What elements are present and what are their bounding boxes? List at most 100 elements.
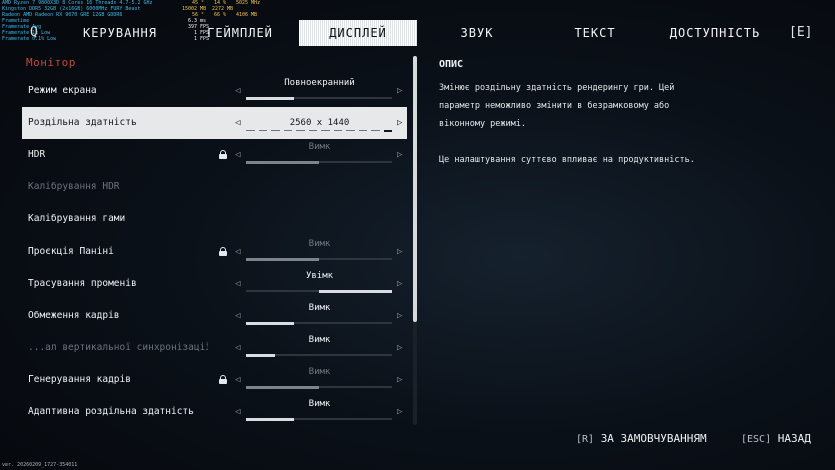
performance-overlay: AMD Ryzen 7 9800X3D 8 Cores 16 Threads 4… [2,0,262,60]
setting-row-screen-mode[interactable]: Режим екрана ◁ Повноекранний ▷ [22,75,407,107]
resolution-segment [271,130,280,131]
resolution-segment [358,130,367,131]
reset-defaults-button[interactable]: [R] ЗА ЗАМОВЧУВАННЯМ [576,432,707,445]
tab-sound[interactable]: ЗВУК [437,20,517,46]
version-label: ver. 20260209_1727-354011 [2,462,78,468]
chevron-left-icon[interactable]: ◁ [235,107,240,139]
tab-text[interactable]: ТЕКСТ [555,20,635,46]
resolution-segment [283,130,292,131]
setting-label: Проєкція Паніні [28,246,114,257]
setting-track [246,417,392,421]
setting-track [246,321,392,325]
resolution-segment [371,130,380,131]
chevron-right-icon: ▷ [397,375,403,385]
setting-value: 2560 x 1440 [289,118,350,128]
setting-label: Генерування кадрів [28,374,131,385]
setting-row-ray-tracing[interactable]: Трасування променів ◁ Увімк ▷ [22,268,407,300]
chevron-right-icon: ▷ [397,343,403,353]
lock-icon [219,247,227,256]
chevron-right-icon[interactable]: ▷ [397,396,402,428]
setting-label: Калібрування гами [28,213,126,224]
setting-fill [246,353,276,357]
setting-track [246,385,392,389]
overlay-gpu-mem: 4106 MB [236,12,258,18]
esc-key-icon: [ESC] [741,434,772,445]
setting-value: Вимк [308,399,331,409]
chevron-right-icon: ▷ [397,150,403,160]
scrollbar-thumb[interactable] [413,56,417,322]
chevron-right-icon[interactable]: ▷ [397,107,402,139]
setting-track [246,353,392,357]
setting-row-gamma-calibration[interactable]: Калібрування гами [22,203,407,235]
resolution-segment [321,130,330,131]
resolution-segment [308,130,317,131]
setting-track [246,257,392,261]
description-title: ОПИС [439,59,464,70]
setting-label: Калібрування HDR [28,181,120,192]
setting-label: ...ал вертикальної синхронізації [28,342,208,353]
reset-defaults-label: ЗА ЗАМОВЧУВАННЯМ [600,432,707,445]
setting-row-frame-limit[interactable]: Обмеження кадрів ◁ Вимк ▷ [22,300,407,332]
setting-label: Обмеження кадрів [28,310,120,321]
setting-row-vsync: ...ал вертикальної синхронізації ◁ Вимк … [22,332,407,364]
overlay-cpu-clock: 5025 MHz [236,0,261,6]
tab-display[interactable]: ДИСПЛЕЙ [299,20,417,46]
back-button[interactable]: [ESC] НАЗАД [741,432,811,445]
chevron-left-icon[interactable]: ◁ [235,396,240,428]
resolution-segment [383,129,392,132]
tab-accessibility[interactable]: ДОСТУПНІСТЬ [660,20,770,46]
setting-fill [246,417,295,421]
chevron-right-icon[interactable]: ▷ [397,268,402,300]
setting-track [246,160,392,164]
setting-row-adaptive-resolution[interactable]: Адаптивна роздільна здатність ◁ Вимк ▷ [22,396,407,428]
tab-next-key[interactable]: [E] [789,20,812,46]
chevron-right-icon[interactable]: ▷ [397,300,402,332]
chevron-left-icon: ◁ [235,150,241,160]
back-label: НАЗАД [777,432,811,445]
setting-value: Вимк [308,335,331,345]
setting-value: Повноекранний [284,78,355,88]
description-performance-note: Це налаштування суттєво впливає на проду… [439,155,695,165]
setting-fill [246,160,319,164]
chevron-right-icon[interactable]: ▷ [397,75,402,107]
setting-row-frame-generation[interactable]: Генерування кадрів ◁ Вимк ▷ [22,364,407,396]
overlay-fps-low01-label: Framerate 0.1% Low [2,36,57,42]
resolution-segment [258,130,267,131]
resolution-segment [346,130,355,131]
setting-label: Трасування променів [28,278,137,289]
chevron-left-icon: ◁ [235,247,241,257]
setting-label: HDR [28,149,46,160]
setting-fill [319,289,392,293]
setting-row-panini-projection[interactable]: Проєкція Паніні ◁ Вимк ▷ [22,236,407,268]
resolution-segment [296,130,305,131]
setting-value: Вимк [308,367,331,377]
description-line-2: параметр неможливо змінити в безрамковом… [439,101,670,111]
lock-icon [219,375,227,384]
setting-row-hdr-calibration: Калібрування HDR [22,171,407,203]
chevron-right-icon: ▷ [397,247,403,257]
chevron-left-icon[interactable]: ◁ [235,268,240,300]
setting-fill [246,96,295,100]
settings-scrollbar[interactable] [413,56,417,425]
resolution-segment [333,130,342,131]
setting-value: Вимк [308,303,331,313]
chevron-left-icon[interactable]: ◁ [235,75,240,107]
description-line-1: Змінює роздільну здатність рендерингу гр… [439,83,675,93]
resolution-segment [246,130,255,131]
setting-row-hdr[interactable]: HDR ◁ Вимк ▷ [22,139,407,171]
setting-track [246,96,392,100]
chevron-left-icon: ◁ [235,375,241,385]
chevron-left-icon[interactable]: ◁ [235,300,240,332]
setting-row-resolution[interactable]: Роздільна здатність ◁ 2560 x 1440 ▷ [22,107,407,139]
overlay-fps-low01-value: 1 FPS [194,36,210,42]
setting-value: Вимк [308,142,331,152]
description-line-3: віконному режимі. [439,119,526,129]
setting-value: Вимк [308,239,331,249]
setting-fill [246,321,295,325]
overlay-gpu-load: 66 % [214,12,227,18]
setting-value: Увімк [305,271,334,281]
lock-icon [219,150,227,159]
setting-fill [246,257,319,261]
setting-label: Режим екрана [28,85,97,96]
chevron-left-icon: ◁ [235,343,241,353]
